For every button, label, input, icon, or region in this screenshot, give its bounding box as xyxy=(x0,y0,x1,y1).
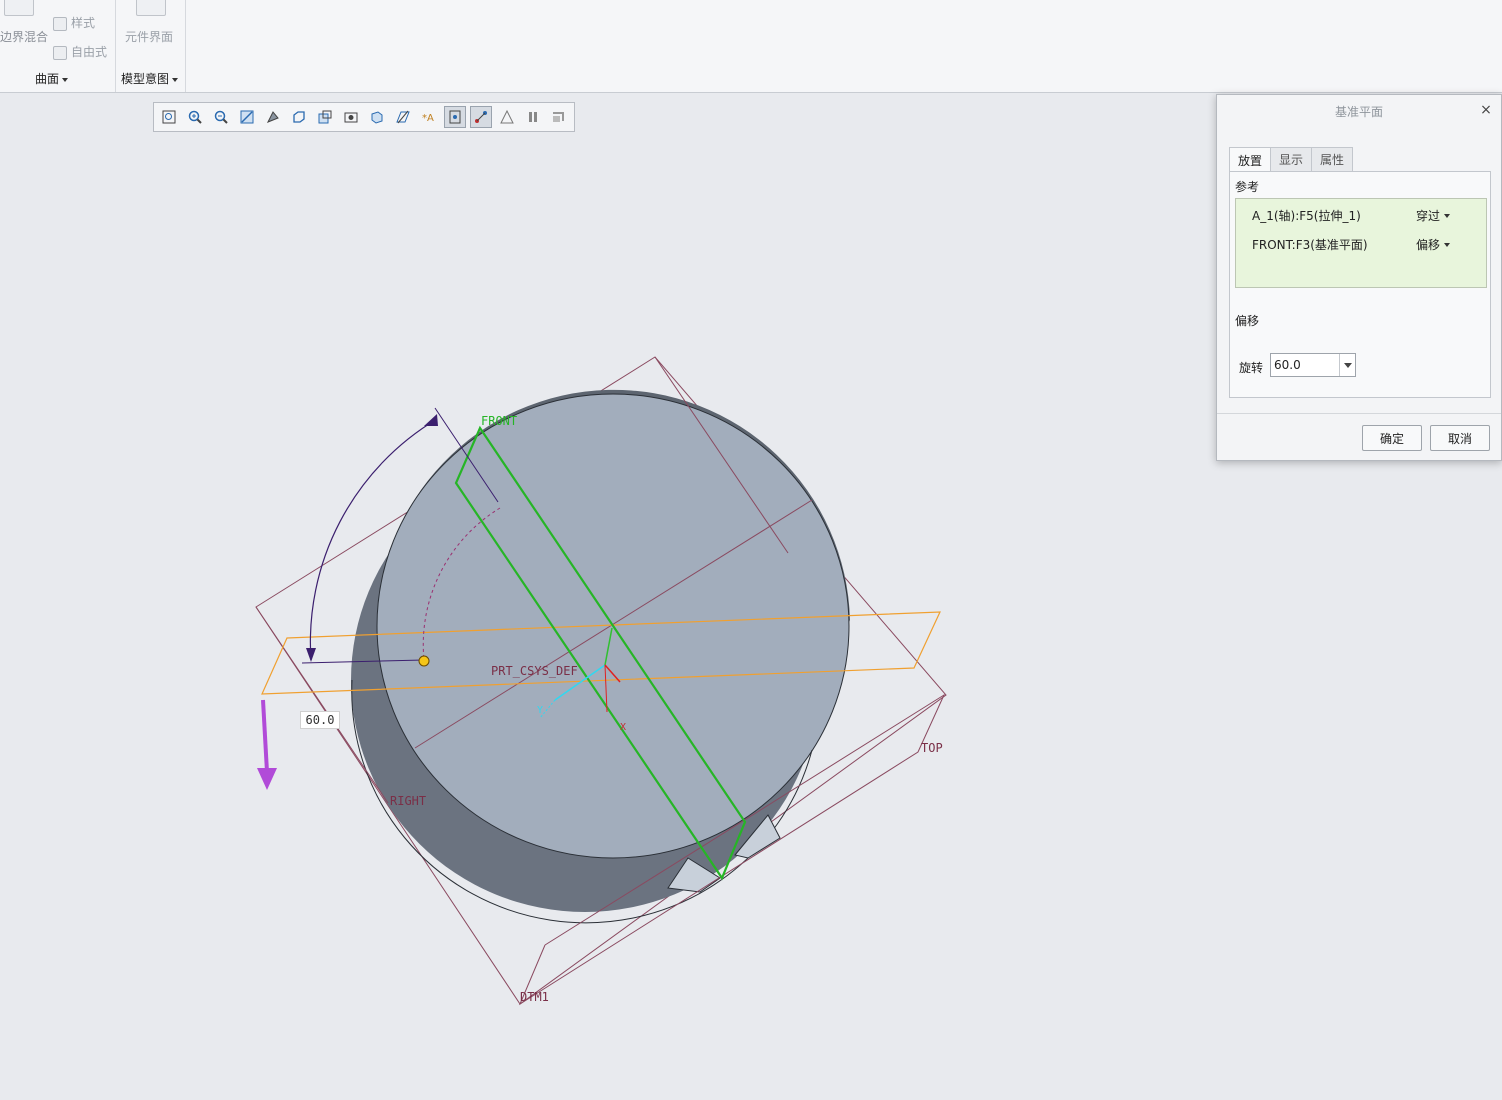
cancel-button[interactable]: 取消 xyxy=(1430,425,1490,451)
component-interface-icon xyxy=(136,0,166,16)
freestyle-label: 自由式 xyxy=(71,45,108,59)
zoom-in-icon[interactable] xyxy=(184,106,206,128)
axis-x-label: X xyxy=(620,722,627,733)
freestyle-icon xyxy=(53,45,67,60)
datum-plane-dialog: 基准平面 × 放置 显示 属性 参考 A_1(轴):F5(拉伸_1) 穿过 FR… xyxy=(1216,94,1502,461)
csys-label: PRT_CSYS_DEF xyxy=(491,664,578,678)
placement-panel: 参考 A_1(轴):F5(拉伸_1) 穿过 FRONT:F3(基准平面) 偏移 … xyxy=(1229,171,1491,398)
model-intent-group: 元件界面 模型意图 xyxy=(116,0,186,93)
style-label: 样式 xyxy=(71,16,96,30)
sketch-display-icon[interactable] xyxy=(470,106,492,128)
svg-text:*A: *A xyxy=(422,113,434,124)
style-button[interactable]: 样式 xyxy=(53,14,95,31)
pause-icon[interactable] xyxy=(522,106,544,128)
surfaces-group: 边界混合 样式 自由式 曲面 xyxy=(0,0,115,93)
rotation-dropdown-button[interactable] xyxy=(1339,354,1355,376)
saved-orientations-icon[interactable] xyxy=(288,106,310,128)
datum-display-icon[interactable] xyxy=(392,106,414,128)
dialog-title: 基准平面 xyxy=(1334,104,1383,119)
perspective-icon[interactable] xyxy=(340,106,362,128)
chevron-down-icon xyxy=(1444,243,1451,247)
chevron-down-icon xyxy=(1444,214,1451,218)
view-manager-icon[interactable] xyxy=(314,106,336,128)
appearance-icon[interactable] xyxy=(496,106,518,128)
model-intent-group-label[interactable]: 模型意图 xyxy=(121,70,179,87)
rotation-input[interactable] xyxy=(1271,354,1339,376)
ribbon: 边界混合 样式 自由式 曲面 元件界面 模型意图 xyxy=(0,0,1502,93)
references-list[interactable]: A_1(轴):F5(拉伸_1) 穿过 FRONT:F3(基准平面) 偏移 xyxy=(1235,198,1487,288)
spin-center-icon[interactable] xyxy=(444,106,466,128)
chevron-down-icon xyxy=(1343,362,1352,368)
boundary-blend-button[interactable]: 边界混合 xyxy=(0,28,48,45)
axis-y-label: Y xyxy=(537,705,544,716)
component-interface-button[interactable]: 元件界面 xyxy=(125,28,173,45)
offset-label: 偏移 xyxy=(1235,314,1260,328)
right-plane-label: RIGHT xyxy=(390,794,427,808)
reference-type-dropdown[interactable]: 偏移 xyxy=(1416,236,1451,253)
section-icon[interactable] xyxy=(366,106,388,128)
annotation-display-icon[interactable]: *A xyxy=(418,106,440,128)
reference-name: A_1(轴):F5(拉伸_1) xyxy=(1252,208,1361,223)
zoom-out-icon[interactable] xyxy=(210,106,232,128)
top-plane-label: TOP xyxy=(921,741,943,755)
dtm1-plane-label: DTM1 xyxy=(520,990,549,1004)
boundary-blend-icon xyxy=(4,0,34,16)
next-icon[interactable] xyxy=(548,106,570,128)
tab-placement[interactable]: 放置 xyxy=(1229,147,1272,172)
close-icon[interactable]: × xyxy=(1479,103,1493,117)
tab-properties[interactable]: 属性 xyxy=(1311,147,1354,171)
dialog-divider xyxy=(1217,413,1501,414)
style-icon xyxy=(53,16,67,31)
reference-row[interactable]: A_1(轴):F5(拉伸_1) 穿过 xyxy=(1236,201,1486,229)
graphics-toolbar: *A xyxy=(153,102,575,132)
reference-type-dropdown[interactable]: 穿过 xyxy=(1416,207,1451,224)
display-style-icon[interactable] xyxy=(262,106,284,128)
refit-icon[interactable] xyxy=(158,106,180,128)
dialog-tabs: 放置 显示 属性 xyxy=(1229,147,1354,172)
repaint-icon[interactable] xyxy=(236,106,258,128)
references-label: 参考 xyxy=(1235,180,1260,194)
surfaces-group-label[interactable]: 曲面 xyxy=(35,70,69,87)
direction-arrow xyxy=(261,699,269,773)
rotation-dimension[interactable]: 60.0 xyxy=(300,711,340,729)
reference-row[interactable]: FRONT:F3(基准平面) 偏移 xyxy=(1236,230,1486,258)
freestyle-button[interactable]: 自由式 xyxy=(53,43,107,60)
rotation-label: 旋转 xyxy=(1239,361,1264,375)
tab-display[interactable]: 显示 xyxy=(1270,147,1313,171)
rotation-field[interactable] xyxy=(1270,353,1356,377)
drag-handle xyxy=(418,655,430,667)
reference-name: FRONT:F3(基准平面) xyxy=(1252,237,1368,252)
ok-button[interactable]: 确定 xyxy=(1362,425,1422,451)
front-plane-label: FRONT xyxy=(481,414,518,428)
